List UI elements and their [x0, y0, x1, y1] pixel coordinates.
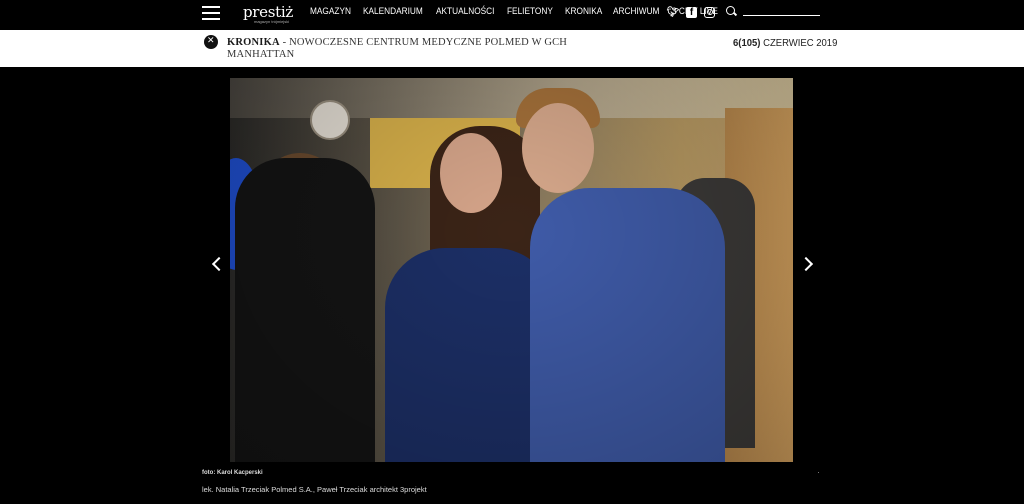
twitter-icon[interactable]: 🐦︎ [667, 6, 680, 18]
menu-item-kronika[interactable]: KRONIKA [565, 6, 602, 16]
issue-date: CZERWIEC 2019 [763, 38, 838, 49]
logo-tagline: magazyn trójmiejski [254, 19, 290, 24]
breadcrumb: KRONIKA - NOWOCZESNE CENTRUM MEDYCZNE PO… [227, 37, 587, 61]
breadcrumb-separator: - [279, 37, 290, 48]
previous-photo-arrow-icon[interactable] [211, 256, 223, 272]
main-menu: MAGAZYN KALENDARIUM AKTUALNOŚCI FELIETON… [310, 6, 722, 16]
breadcrumb-section[interactable]: KRONIKA [227, 37, 280, 48]
social-links: 🐦︎ f [667, 6, 715, 18]
article-header-bar: KRONIKA - NOWOCZESNE CENTRUM MEDYCZNE PO… [0, 30, 1024, 67]
menu-item-felietony[interactable]: FELIETONY [507, 6, 553, 16]
search-icon[interactable] [726, 6, 735, 15]
menu-item-magazyn[interactable]: MAGAZYN [310, 6, 351, 16]
photo-credit: foto: Karol Kacperski [202, 470, 263, 476]
search-input[interactable] [743, 15, 820, 16]
instagram-icon[interactable] [704, 6, 715, 18]
issue-info: 6(105) CZERWIEC 2019 [733, 38, 837, 49]
gallery-photo [230, 78, 793, 462]
hamburger-menu-icon[interactable] [202, 6, 220, 20]
issue-number: 6(105) [733, 38, 761, 49]
photo-caption: lek. Natalia Trzeciak Polmed S.A., Paweł… [202, 485, 427, 494]
menu-item-archiwum[interactable]: ARCHIWUM [613, 6, 659, 16]
divider [818, 472, 819, 473]
menu-item-kalendarium[interactable]: KALENDARIUM [363, 6, 423, 16]
next-photo-arrow-icon[interactable] [801, 256, 813, 272]
facebook-icon[interactable]: f [686, 6, 697, 18]
close-icon[interactable] [204, 35, 218, 49]
top-navbar: prestiż magazyn trójmiejski MAGAZYN KALE… [0, 0, 1024, 30]
menu-item-aktualnosci[interactable]: AKTUALNOŚCI [436, 6, 494, 16]
